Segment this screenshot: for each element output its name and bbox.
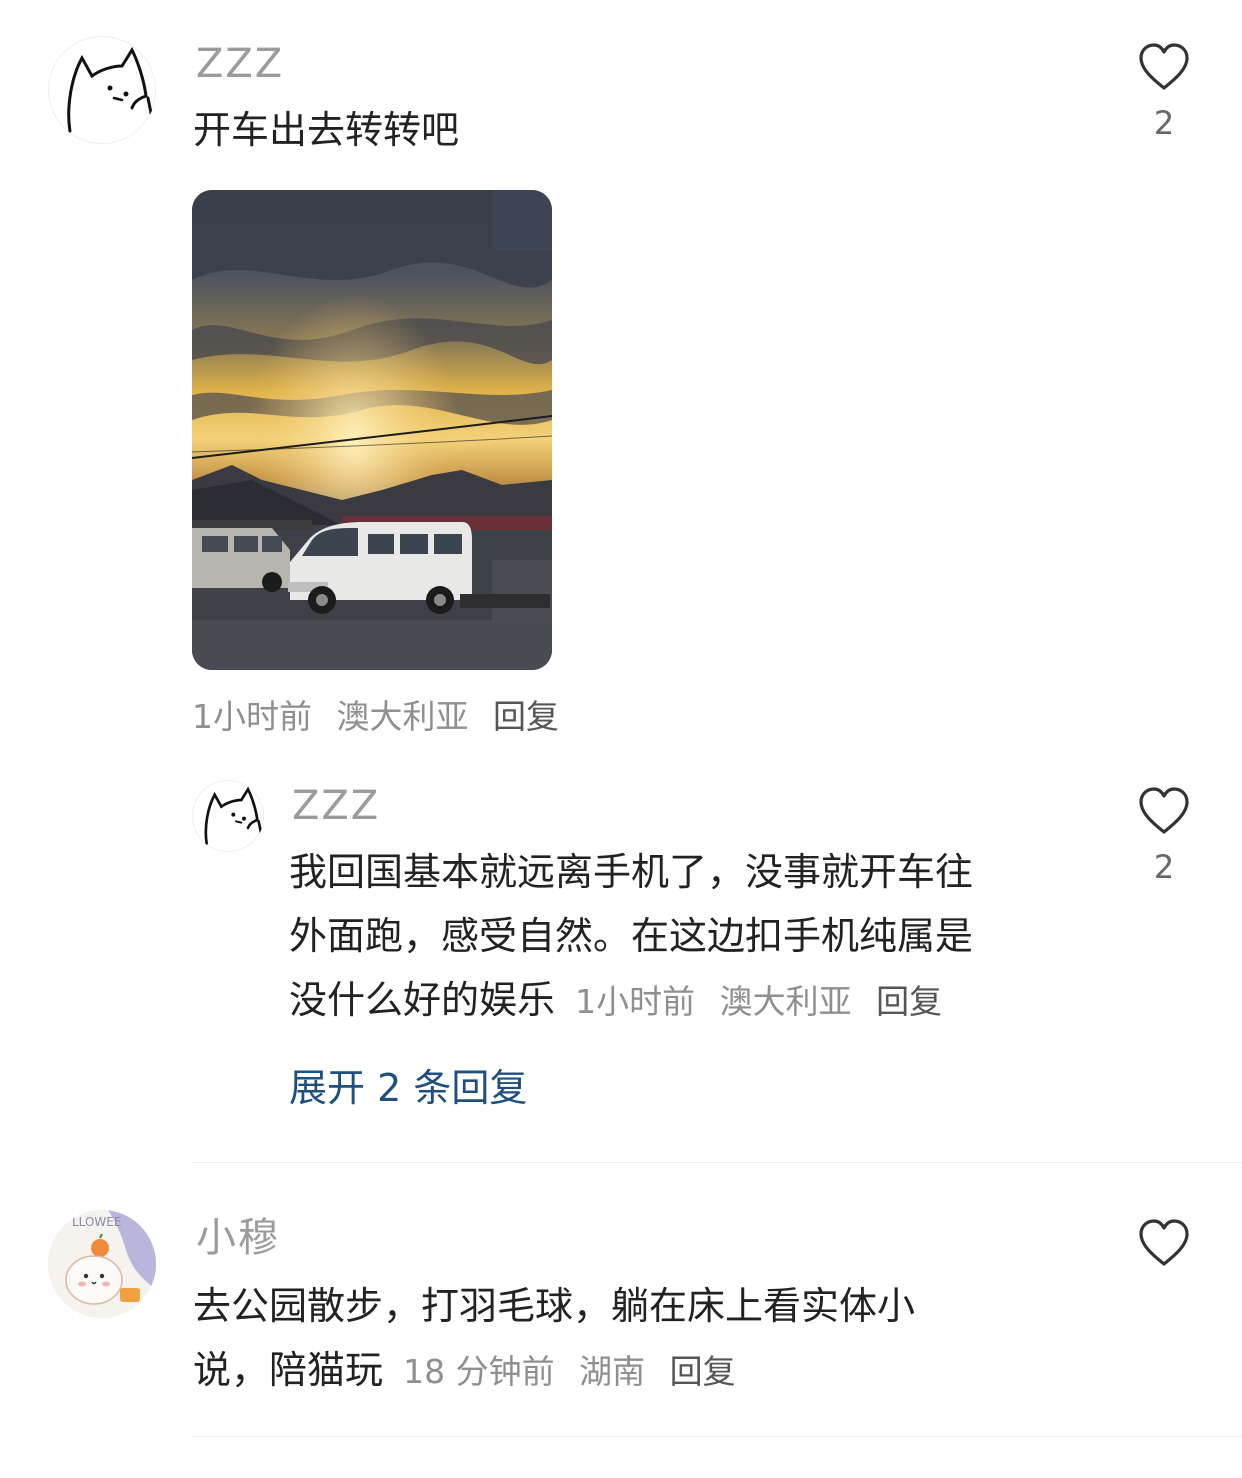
comment-text-line-end: 说，陪猫玩 — [193, 1348, 384, 1392]
user-avatar[interactable]: LLOWEE — [48, 1210, 156, 1318]
comment-time: 18 分钟前 — [403, 1352, 555, 1391]
hamster-sticker-avatar-icon: LLOWEE — [48, 1210, 156, 1318]
comment-username[interactable]: ZZZ — [292, 782, 380, 830]
comment-text: 我回国基本就远离手机了，没事就开车往 外面跑，感受自然。在这边扣手机纯属是 没什… — [289, 840, 1089, 1034]
like-count: 2 — [1153, 104, 1175, 142]
comment-location: 湖南 — [579, 1352, 646, 1391]
comment-time: 1小时前 — [575, 982, 696, 1021]
like-button[interactable] — [1134, 1218, 1194, 1268]
sunset-vans-photo-icon — [192, 190, 552, 670]
reply-button[interactable]: 回复 — [670, 1352, 736, 1391]
expand-replies-link[interactable]: 展开 2 条回复 — [289, 1064, 527, 1112]
reply-button[interactable]: 回复 — [493, 697, 559, 736]
comment-meta: 18 分钟前 湖南 回复 — [403, 1352, 749, 1391]
comment-location: 澳大利亚 — [336, 697, 469, 736]
comment-text-line: 外面跑，感受自然。在这边扣手机纯属是 — [289, 914, 974, 958]
like-button[interactable]: 2 — [1134, 786, 1194, 886]
user-avatar[interactable] — [192, 780, 264, 852]
like-button[interactable]: 2 — [1134, 42, 1194, 142]
cat-doodle-avatar-icon — [204, 786, 263, 845]
comment-text: 去公园散步，打羽毛球，躺在床上看实体小 说，陪猫玩 18 分钟前 湖南 回复 — [193, 1274, 1073, 1404]
comment-photo[interactable] — [192, 190, 552, 670]
comment-text-line: 去公园散步，打羽毛球，躺在床上看实体小 — [193, 1284, 916, 1328]
user-avatar[interactable] — [48, 36, 156, 144]
svg-text:LLOWEE: LLOWEE — [72, 1215, 121, 1229]
comment-divider — [192, 1162, 1242, 1163]
comment-text-line-end: 没什么好的娱乐 — [289, 978, 556, 1022]
comment-location: 澳大利亚 — [719, 982, 852, 1021]
comment-username[interactable]: 小穆 — [196, 1214, 280, 1262]
heart-icon — [1139, 1219, 1189, 1266]
like-count: 2 — [1153, 848, 1175, 886]
comment-text: 开车出去转转吧 — [193, 108, 460, 152]
reply-button[interactable]: 回复 — [876, 982, 942, 1021]
comment-time: 1小时前 — [192, 697, 312, 736]
comment-meta: 1小时前 澳大利亚 回复 — [192, 690, 573, 738]
cat-doodle-avatar-icon — [67, 46, 154, 133]
heart-icon — [1139, 787, 1189, 834]
comment-divider — [192, 1436, 1242, 1437]
comment-meta: 1小时前 澳大利亚 回复 — [575, 982, 956, 1021]
comment-text-line: 没什么好的娱乐 1小时前 澳大利亚 回复 — [289, 968, 1089, 1034]
heart-icon — [1139, 43, 1189, 90]
comment-text-line: 说，陪猫玩 18 分钟前 湖南 回复 — [193, 1338, 1073, 1404]
comment-text-line: 我回国基本就远离手机了，没事就开车往 — [289, 850, 974, 894]
comment-username[interactable]: ZZZ — [196, 40, 284, 88]
